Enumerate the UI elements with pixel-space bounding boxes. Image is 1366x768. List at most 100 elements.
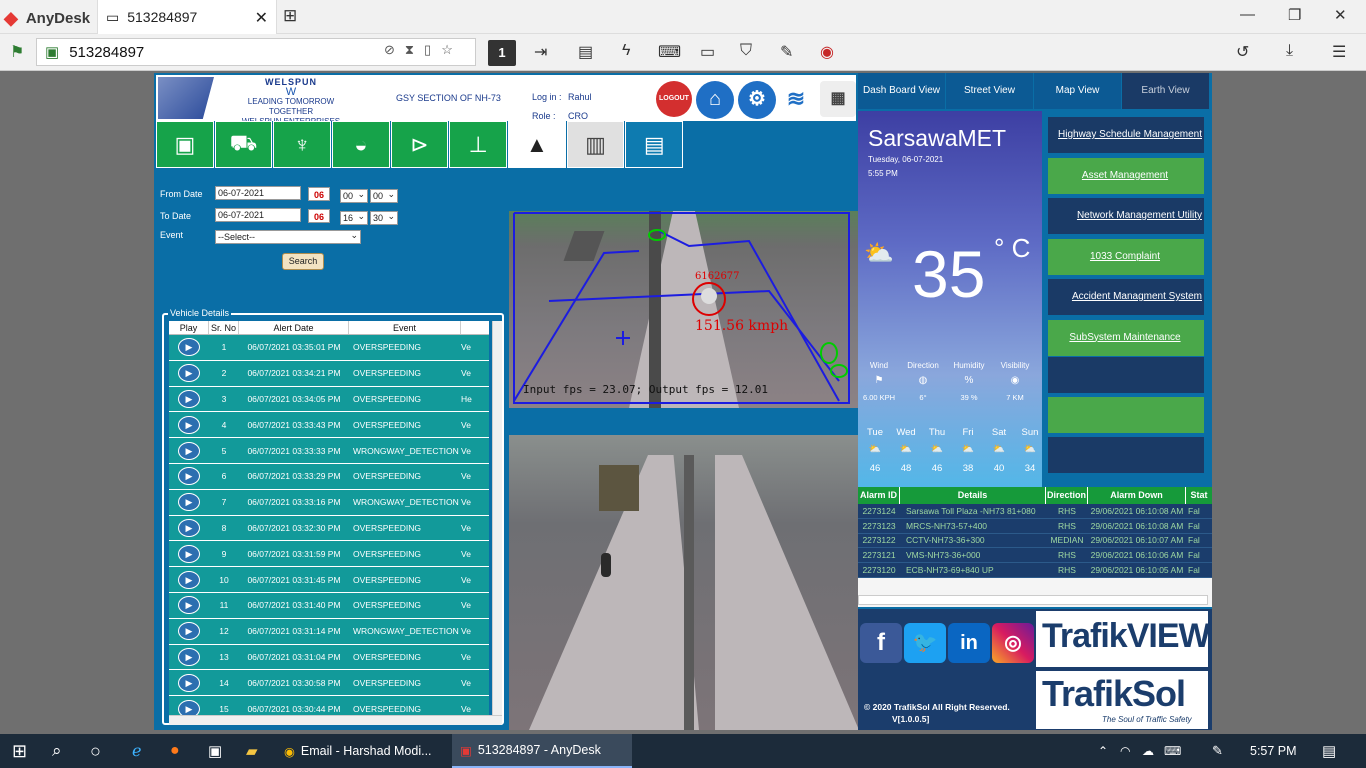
alarm-row[interactable]: 2273122 CCTV-NH73-36+300 MEDIAN 29/06/2021 …: [858, 533, 1212, 549]
cctv-icon[interactable]: ⊳: [390, 121, 449, 168]
home-icon[interactable]: ⌂: [696, 81, 734, 119]
signal-icon[interactable]: ▥: [566, 121, 625, 168]
wifi-icon[interactable]: ≋: [778, 81, 814, 117]
from-hour-select[interactable]: 00: [340, 188, 368, 203]
ptz-pole-icon[interactable]: ⊥: [449, 121, 508, 168]
tab-dashboard-view[interactable]: Dash Board View: [858, 73, 945, 109]
event-select[interactable]: --Select--: [215, 229, 361, 244]
actions-icon[interactable]: ϟ: [622, 42, 630, 60]
permissions-icon[interactable]: ⛉: [740, 42, 752, 60]
new-tab-icon[interactable]: ⊞: [283, 6, 297, 26]
menu-item[interactable]: Asset Management: [1048, 157, 1204, 194]
keyboard-icon[interactable]: ⌨: [658, 42, 681, 62]
vehicle-horizontal-scrollbar[interactable]: [169, 715, 502, 725]
table-row[interactable]: ▶ 7 06/07/2021 03:33:16 PM WRONGWAY_DETECTI…: [169, 489, 489, 516]
taskbar-anydesk[interactable]: ▣ 513284897 - AnyDesk: [452, 734, 632, 768]
play-icon[interactable]: ▶: [178, 389, 200, 408]
table-row[interactable]: ▶ 15 06/07/2021 03:30:44 PM OVERSPEEDING Ve: [169, 696, 489, 715]
tab-earth-view[interactable]: Earth View: [1122, 73, 1209, 109]
to-hour-select[interactable]: 16: [340, 210, 368, 225]
play-icon[interactable]: ▶: [178, 699, 200, 715]
cloud-icon[interactable]: ☁: [1142, 734, 1154, 768]
cortana-icon[interactable]: ○: [90, 734, 101, 768]
table-row[interactable]: ▶ 1 06/07/2021 03:35:01 PM OVERSPEEDING Ve: [169, 335, 489, 361]
table-row[interactable]: ▶ 14 06/07/2021 03:30:58 PM OVERSPEEDING Ve: [169, 670, 489, 697]
table-row[interactable]: ▶ 13 06/07/2021 03:31:04 PM OVERSPEEDING Ve: [169, 644, 489, 671]
camera-feed-1[interactable]: 6162677 151.56 kmph Input fps = 23.07; O…: [509, 211, 858, 408]
road-vehicle-icon[interactable]: ▲: [508, 121, 566, 168]
table-row[interactable]: ▶ 2 06/07/2021 03:34:21 PM OVERSPEEDING Ve: [169, 360, 489, 387]
from-minute-select[interactable]: 00: [370, 188, 398, 203]
table-row[interactable]: ▶ 4 06/07/2021 03:33:43 PM OVERSPEEDING Ve: [169, 412, 489, 439]
linkedin-icon[interactable]: in: [948, 623, 990, 663]
toll-icon[interactable]: ⛟: [214, 121, 273, 168]
search-icon[interactable]: ⌕: [52, 734, 62, 768]
play-icon[interactable]: ▶: [178, 467, 200, 486]
minimize-icon[interactable]: —: [1240, 6, 1255, 23]
vehicle-vertical-scrollbar[interactable]: [492, 321, 502, 715]
play-icon[interactable]: ▶: [178, 364, 200, 383]
menu-item[interactable]: Network Management Utility: [1048, 198, 1204, 234]
chat-icon[interactable]: ▤: [578, 42, 593, 62]
search-button[interactable]: Search: [282, 253, 324, 270]
firefox-icon[interactable]: ●: [170, 734, 180, 768]
tab-map-view[interactable]: Map View: [1034, 73, 1121, 109]
notifications-icon[interactable]: ▤: [1322, 734, 1336, 768]
play-icon[interactable]: ▶: [178, 415, 200, 434]
vms-icon[interactable]: ▣: [156, 121, 214, 168]
play-icon[interactable]: ▶: [178, 338, 200, 357]
pen-icon[interactable]: ✎: [1212, 734, 1223, 768]
alarm-horizontal-scrollbar[interactable]: [858, 595, 1208, 605]
menu-item[interactable]: Accident Managment System: [1048, 279, 1204, 315]
from-calendar-icon[interactable]: 06: [308, 187, 330, 201]
settings-icon[interactable]: ⚙: [738, 81, 776, 119]
restore-icon[interactable]: ❐: [1288, 6, 1301, 24]
alarm-row[interactable]: 2273123 MRCS-NH73-57+400 RHS 29/06/2021 06:…: [858, 518, 1212, 534]
logout-button[interactable]: LOGOUT: [656, 81, 692, 117]
table-row[interactable]: ▶ 11 06/07/2021 03:31:40 PM OVERSPEEDING Ve: [169, 592, 489, 619]
hourglass-icon[interactable]: ⧗: [405, 42, 414, 58]
to-calendar-icon[interactable]: 06: [308, 209, 330, 223]
record-icon[interactable]: ▯: [424, 42, 431, 58]
dome-camera-icon[interactable]: ◒: [332, 121, 390, 168]
network-icon[interactable]: ◠: [1120, 734, 1130, 768]
monitor-select-button[interactable]: 1: [488, 40, 516, 66]
taskbar-chrome-email[interactable]: ◉ Email - Harshad Modi...: [278, 734, 448, 768]
alarm-row[interactable]: 2273121 VMS-NH73-36+000 RHS 29/06/2021 06:1…: [858, 548, 1212, 564]
menu-icon[interactable]: ☰: [1332, 42, 1346, 62]
favorite-icon[interactable]: ☆: [441, 42, 453, 58]
table-row[interactable]: ▶ 9 06/07/2021 03:31:59 PM OVERSPEEDING Ve: [169, 541, 489, 568]
close-window-icon[interactable]: ✕: [1334, 6, 1347, 24]
tray-chevron-icon[interactable]: ⌃: [1098, 734, 1108, 768]
tab-street-view[interactable]: Street View: [946, 73, 1033, 109]
play-icon[interactable]: ▶: [178, 673, 200, 692]
table-row[interactable]: ▶ 3 06/07/2021 03:34:05 PM OVERSPEEDING He: [169, 386, 489, 413]
table-row[interactable]: ▶ 12 06/07/2021 03:31:14 PM WRONGWAY_DETECT…: [169, 618, 489, 645]
download-icon[interactable]: ⤓: [1286, 42, 1293, 60]
tower-icon[interactable]: ♆: [273, 121, 332, 168]
windows-start-icon[interactable]: ⊞: [12, 734, 27, 768]
camera-feed-2[interactable]: [509, 435, 858, 730]
play-icon[interactable]: ▶: [178, 570, 200, 589]
file-explorer-icon[interactable]: ▰: [246, 734, 258, 768]
from-date-input[interactable]: 06-07-2021: [215, 186, 301, 200]
play-icon[interactable]: ▶: [178, 622, 200, 641]
play-icon[interactable]: ▶: [178, 647, 200, 666]
play-icon[interactable]: ▶: [178, 596, 200, 615]
clock-time[interactable]: 5:57 PM: [1250, 734, 1297, 768]
table-row[interactable]: ▶ 8 06/07/2021 03:32:30 PM OVERSPEEDING Ve: [169, 515, 489, 542]
table-row[interactable]: ▶ 10 06/07/2021 03:31:45 PM OVERSPEEDING Ve: [169, 567, 489, 593]
alarm-row[interactable]: 2273124 Sarsawa Toll Plaza -NH73 81+080 RH…: [858, 504, 1212, 519]
volume-icon[interactable]: ⌨: [1164, 734, 1181, 768]
menu-item[interactable]: Highway Schedule Management: [1048, 117, 1204, 153]
dashboard-icon[interactable]: ▦: [820, 81, 856, 117]
screen-icon[interactable]: ⊘: [384, 42, 395, 58]
alarm-row[interactable]: 2273120 ECB-NH73-69+840 UP RHS 29/06/2021 0…: [858, 563, 1212, 578]
profile-card-icon[interactable]: ▤: [625, 121, 684, 168]
play-icon[interactable]: ▶: [178, 544, 200, 563]
draw-icon[interactable]: ✎: [780, 42, 793, 62]
session-tab[interactable]: ▭ 513284897 ✕: [97, 0, 277, 34]
table-row[interactable]: ▶ 5 06/07/2021 03:33:33 PM WRONGWAY_DETECTI…: [169, 438, 489, 464]
record-session-icon[interactable]: ◉: [820, 42, 834, 62]
table-row[interactable]: ▶ 6 06/07/2021 03:33:29 PM OVERSPEEDING Ve: [169, 463, 489, 490]
